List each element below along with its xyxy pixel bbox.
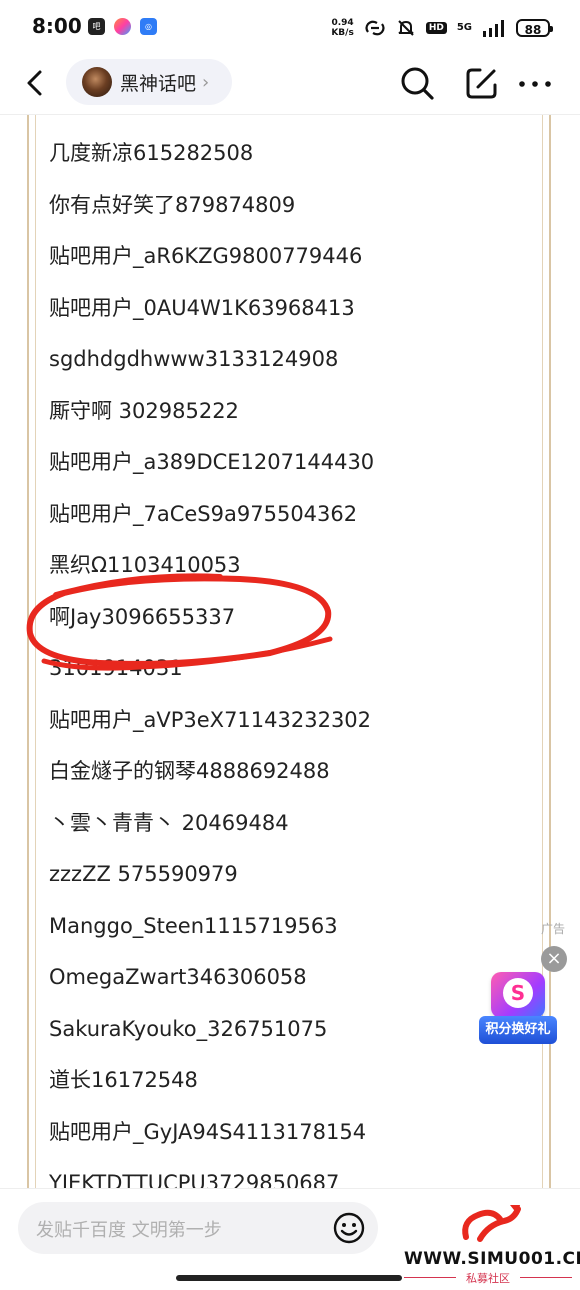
nav-bar: 黑神话吧 › [0, 56, 580, 115]
ad-text: 积分换好礼 [479, 1016, 557, 1044]
network-type: 5G [456, 22, 472, 33]
list-item: 贴吧用户_aVP3eX71143232302 [49, 707, 372, 732]
list-item: 贴吧用户_0AU4W1K63968413 [49, 295, 355, 320]
reply-placeholder: 发贴千百度 文明第一步 [36, 1220, 222, 1241]
link-app-icon: ◎ [140, 18, 157, 35]
list-item: SakuraKyouko_326751075 [49, 1016, 328, 1041]
paint-icon [114, 18, 131, 35]
bell-off-icon [398, 20, 414, 36]
list-item: 啊Jay3096655337 [49, 604, 236, 629]
list-item: 贴吧用户_a389DCE1207144430 [49, 450, 375, 474]
list-item: OmegaZwart346306058 [49, 965, 307, 989]
reply-input[interactable]: 发贴千百度 文明第一步 [18, 1202, 378, 1254]
list-item: 3101914031 [49, 656, 183, 680]
compose-icon[interactable] [463, 64, 501, 102]
forum-name: 黑神话吧 [120, 72, 197, 95]
list-item: 几度新凉615282508 [49, 141, 254, 165]
ad-close-icon[interactable]: × [541, 946, 567, 972]
list-item: sgdhdgdhwww3133124908 [49, 347, 339, 371]
list-item: 贴吧用户_7aCeS9a975504362 [49, 501, 358, 526]
more-icon[interactable] [516, 64, 554, 102]
ad-badge: S [503, 978, 533, 1008]
watermark: WWW.SIMU001.CN 私募社区 [400, 1203, 580, 1286]
list-item: Manggo_Steen1115719563 [49, 913, 338, 938]
watermark-url: WWW.SIMU001.CN [404, 1249, 580, 1269]
net-speed: 0.94 KB/s [331, 18, 354, 38]
watermark-subtitle: 私募社区 [400, 1270, 576, 1286]
nfc-icon [365, 20, 385, 36]
list-item: 白金燧子的钢琴4888692488 [49, 759, 330, 783]
list-item: zzzZZ 575590979 [49, 862, 238, 886]
decorative-border-left [27, 115, 41, 1188]
list-item: 丶雲丶青青丶 20469484 [49, 810, 289, 835]
back-icon[interactable] [18, 66, 52, 100]
list-item: 贴吧用户_GyJA94S4113178154 [49, 1119, 367, 1144]
status-icons: 0.94 KB/s HD 5G 88 [331, 14, 553, 42]
tieba-icon: 吧 [88, 18, 105, 35]
chevron-right-icon: › [202, 71, 210, 93]
list-item: 黑织Ω1103410053 [49, 553, 241, 577]
user-list: 几度新凉615282508 你有点好笑了879874809 贴吧用户_aR6KZ… [49, 138, 374, 1188]
watermark-logo-icon [462, 1205, 521, 1242]
status-bar: 8:00 吧 ◎ 0.94 KB/s HD 5G 88 [0, 0, 580, 56]
list-item: 厮守啊 302985222 [49, 398, 239, 423]
list-item: 道长16172548 [49, 1068, 198, 1092]
hd-badge: HD [425, 22, 447, 34]
ad-widget[interactable]: S 积分换好礼 [479, 972, 557, 1046]
signal-icon [483, 20, 504, 37]
home-indicator [176, 1275, 402, 1281]
forum-avatar [82, 67, 112, 97]
ad-label: 广告 [541, 922, 566, 936]
list-item: YIEKTDTTUCPU3729850687 [49, 1171, 340, 1188]
list-item: 贴吧用户_aR6KZG9800779446 [49, 244, 363, 268]
emoji-icon[interactable] [332, 1211, 366, 1245]
clock: 8:00 [32, 14, 82, 38]
battery-icon: 88 [516, 19, 553, 37]
search-icon[interactable] [398, 64, 436, 102]
list-item: 你有点好笑了879874809 [49, 192, 296, 217]
forum-link[interactable]: 黑神话吧 › [66, 59, 232, 105]
